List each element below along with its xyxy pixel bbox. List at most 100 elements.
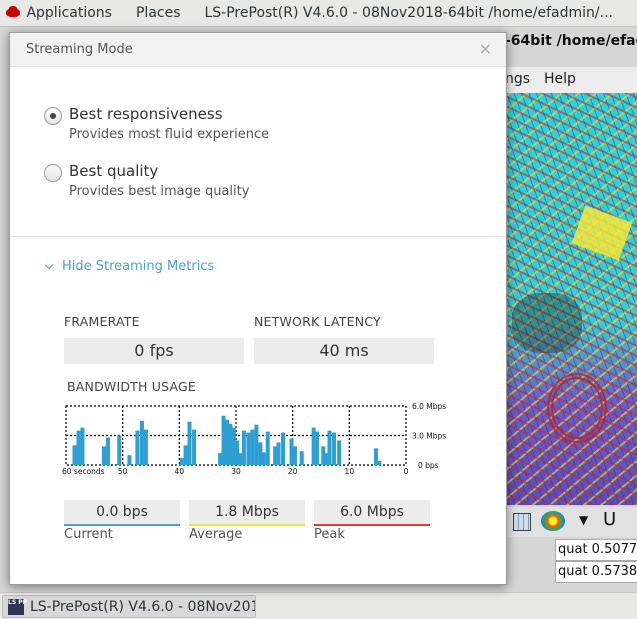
bandwidth-bar bbox=[76, 430, 81, 465]
model-wheel bbox=[547, 373, 607, 443]
bandwidth-bar bbox=[289, 438, 294, 465]
taskbar-window-button[interactable]: LS PP LS-PrePost(R) V4.6.0 - 08Nov2018..… bbox=[2, 595, 256, 618]
x-tick-label: 10 bbox=[345, 467, 355, 476]
menu-settings[interactable]: ngs bbox=[505, 71, 530, 87]
y-tick-label: 6.0 Mbps bbox=[412, 402, 446, 411]
model-shadow bbox=[512, 293, 582, 353]
bandwidth-bar bbox=[72, 445, 77, 465]
active-window-title[interactable]: LS-PrePost(R) V4.6.0 - 08Nov2018-64bit /… bbox=[205, 5, 614, 21]
current-label: Current bbox=[64, 527, 113, 542]
triangle-down-icon[interactable]: ▼ bbox=[579, 513, 588, 527]
bandwidth-bar bbox=[246, 432, 251, 465]
bandwidth-bar bbox=[311, 427, 316, 465]
bandwidth-bar bbox=[292, 446, 297, 465]
quat-field-1: quat 0.5077 bbox=[555, 539, 637, 561]
peak-bandwidth-value: 6.0 Mbps bbox=[340, 504, 404, 520]
bandwidth-bar bbox=[254, 424, 259, 465]
bandwidth-chart: 60 seconds 50 40 30 20 10 0 6.0 Mbps 3.0 Mbps 0 b… bbox=[62, 402, 454, 476]
average-bandwidth-box: 1.8 Mbps bbox=[189, 500, 305, 526]
dialog-titlebar: Streaming Mode × bbox=[10, 33, 506, 67]
radio-best-responsiveness[interactable] bbox=[44, 107, 62, 125]
option-description: Provides best image quality bbox=[69, 184, 250, 199]
bandwidth-chart-svg: 60 seconds 50 40 30 20 10 0 6.0 Mbps 3.0 Mbps 0 b… bbox=[62, 402, 446, 476]
bandwidth-bar bbox=[192, 429, 197, 465]
current-bandwidth-box: 0.0 bps bbox=[64, 500, 180, 526]
y-tick-label: 3.0 Mbps bbox=[412, 432, 446, 441]
ls-prepost-logo-icon: LS PP bbox=[8, 598, 27, 615]
top-panel: Applications Places LS-PrePost(R) V4.6.0… bbox=[0, 0, 637, 27]
framerate-label: FRAMERATE bbox=[64, 314, 140, 329]
taskbar: LS PP LS-PrePost(R) V4.6.0 - 08Nov2018..… bbox=[0, 592, 637, 619]
average-bandwidth-value: 1.8 Mbps bbox=[215, 504, 279, 520]
bandwidth-bar bbox=[183, 445, 188, 465]
bandwidth-bar bbox=[299, 451, 304, 465]
background-menubar: ngs Help bbox=[505, 67, 637, 93]
bandwidth-bar bbox=[332, 432, 337, 465]
3d-model-viewport[interactable] bbox=[507, 93, 637, 505]
bandwidth-bar bbox=[235, 440, 240, 465]
bandwidth-bar bbox=[228, 423, 233, 465]
x-tick-label: 30 bbox=[231, 467, 241, 476]
taskbar-window-label: LS-PrePost(R) V4.6.0 - 08Nov2018... bbox=[30, 598, 255, 615]
bandwidth-bar bbox=[315, 431, 320, 465]
model-part bbox=[571, 205, 633, 261]
latency-label: NETWORK LATENCY bbox=[254, 314, 381, 329]
x-tick-label: 60 seconds bbox=[62, 467, 105, 476]
option-label[interactable]: Best responsiveness bbox=[69, 105, 223, 123]
close-icon[interactable]: × bbox=[479, 39, 492, 58]
peak-label: Peak bbox=[314, 527, 345, 542]
applications-menu[interactable]: Applications bbox=[26, 5, 112, 21]
hide-metrics-toggle[interactable]: Hide Streaming Metrics bbox=[44, 259, 214, 274]
bandwidth-bar bbox=[143, 429, 148, 465]
redhat-icon bbox=[5, 6, 21, 20]
bandwidth-bar bbox=[139, 420, 144, 465]
bandwidth-label: BANDWIDTH USAGE bbox=[67, 379, 197, 394]
bandwidth-bar bbox=[105, 437, 110, 465]
x-tick-label: 40 bbox=[175, 467, 185, 476]
u-axis-icon[interactable]: U bbox=[603, 509, 616, 530]
bandwidth-bar bbox=[80, 427, 85, 465]
bandwidth-bar bbox=[179, 458, 184, 465]
dialog-title: Streaming Mode bbox=[26, 42, 133, 57]
bandwidth-bar bbox=[241, 430, 246, 465]
current-bandwidth-value: 0.0 bps bbox=[96, 504, 148, 520]
bandwidth-bar bbox=[261, 452, 266, 465]
radio-best-quality[interactable] bbox=[44, 164, 62, 182]
current-indicator-bar bbox=[64, 524, 180, 526]
average-indicator-bar bbox=[189, 524, 305, 526]
bandwidth-bar bbox=[276, 442, 281, 465]
mesh-cube-icon[interactable] bbox=[513, 513, 531, 531]
quaternion-readout: quat 0.5077 quat 0.57387 bbox=[507, 539, 637, 593]
bandwidth-bar bbox=[377, 461, 382, 465]
streaming-mode-dialog: Streaming Mode × Best responsiveness Pro… bbox=[9, 32, 507, 585]
y-tick-label: 0 bps bbox=[418, 461, 439, 470]
bandwidth-bar bbox=[135, 430, 140, 465]
option-description: Provides most fluid experience bbox=[69, 127, 270, 142]
bandwidth-bar bbox=[281, 432, 286, 465]
bandwidth-bar bbox=[337, 440, 342, 465]
bandwidth-bar bbox=[250, 429, 255, 465]
bandwidth-bar bbox=[101, 446, 106, 465]
toggle-label[interactable]: Hide Streaming Metrics bbox=[62, 259, 214, 274]
peak-indicator-bar bbox=[314, 524, 430, 526]
framerate-value: 0 fps bbox=[64, 338, 244, 364]
background-toolbar: ▼ U bbox=[507, 507, 637, 537]
fringe-contour-icon[interactable] bbox=[541, 511, 565, 531]
places-menu[interactable]: Places bbox=[136, 5, 181, 21]
background-window-title: -64bit /home/efadm bbox=[505, 33, 637, 49]
bandwidth-bar bbox=[327, 430, 332, 465]
average-label: Average bbox=[189, 527, 243, 542]
x-tick-label: 50 bbox=[118, 467, 128, 476]
bandwidth-bar bbox=[117, 435, 122, 465]
bandwidth-bar bbox=[127, 455, 132, 465]
bandwidth-bar bbox=[187, 421, 192, 465]
peak-bandwidth-box: 6.0 Mbps bbox=[314, 500, 430, 526]
x-tick-label: 0 bbox=[404, 467, 409, 476]
option-label[interactable]: Best quality bbox=[69, 162, 158, 180]
section-divider bbox=[10, 236, 506, 237]
chevron-down-icon bbox=[44, 260, 54, 270]
latency-value: 40 ms bbox=[254, 338, 434, 364]
x-tick-label: 20 bbox=[288, 467, 298, 476]
menu-help[interactable]: Help bbox=[544, 71, 576, 87]
bandwidth-bar bbox=[218, 453, 223, 465]
